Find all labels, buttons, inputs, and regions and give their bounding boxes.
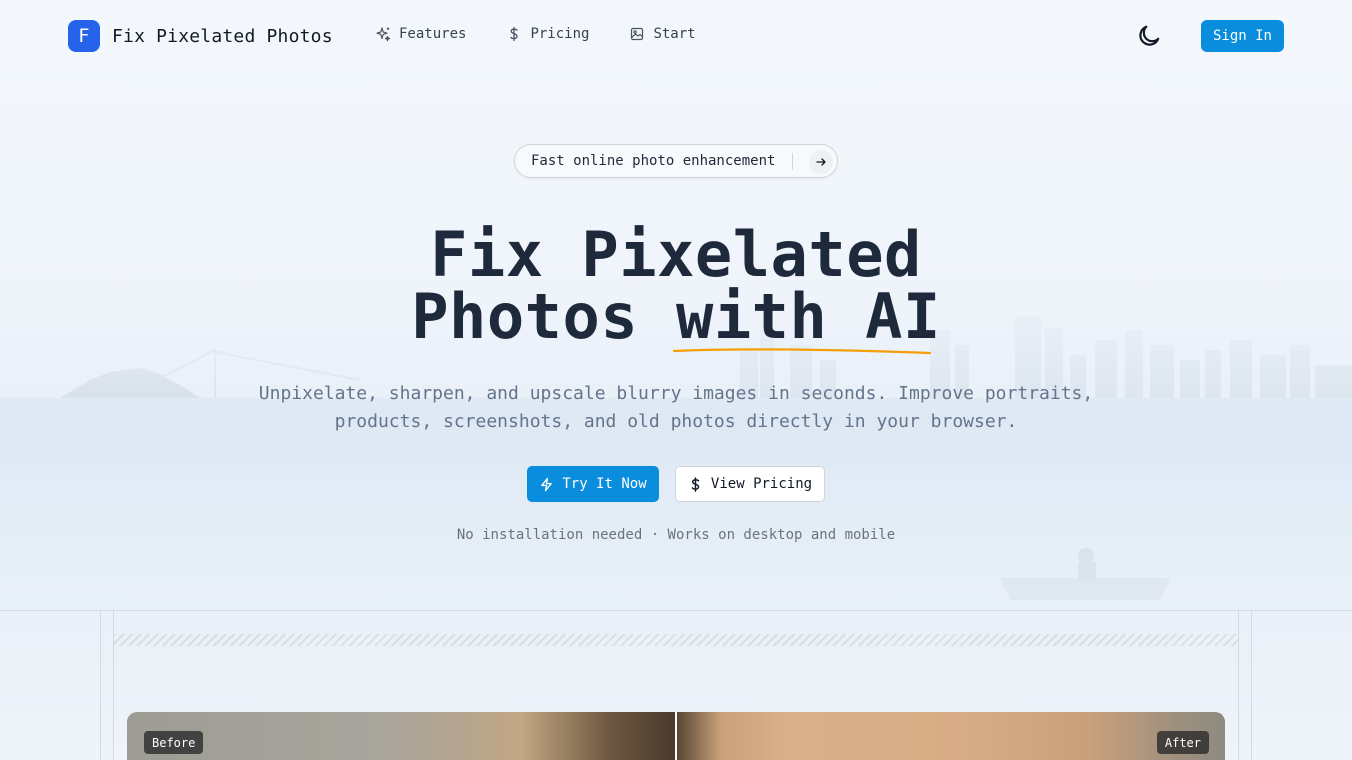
announcement-text: Fast online photo enhancement xyxy=(531,153,776,169)
dollar-icon xyxy=(510,26,519,42)
nav-link-features[interactable]: Features xyxy=(375,26,466,42)
try-it-now-button[interactable]: Try It Now xyxy=(527,466,659,502)
nav-link-label: Start xyxy=(653,26,696,42)
top-nav: F Fix Pixelated Photos Features Pricing xyxy=(0,0,1352,72)
title-highlight: with AI xyxy=(672,286,941,355)
before-image xyxy=(127,712,675,760)
nav-link-start[interactable]: Start xyxy=(629,26,696,42)
before-label: Before xyxy=(144,731,204,754)
announcement-pill[interactable]: Fast online photo enhancement xyxy=(514,144,838,178)
after-image xyxy=(677,712,1225,760)
sparkles-icon xyxy=(376,27,391,42)
pill-divider xyxy=(792,153,793,170)
arrow-right-icon xyxy=(809,150,833,174)
before-after-comparison[interactable]: Before After xyxy=(127,712,1225,760)
hero-subtitle: Unpixelate, sharpen, and upscale blurry … xyxy=(258,383,1094,432)
nav-links: Features Pricing Start xyxy=(375,26,696,42)
section-divider xyxy=(0,610,1352,611)
sign-in-button[interactable]: Sign In xyxy=(1201,20,1284,52)
frame-line-left-outer xyxy=(100,610,101,760)
frame-line-left-inner xyxy=(113,610,114,760)
nav-link-label: Features xyxy=(399,26,467,42)
brand-link[interactable]: F Fix Pixelated Photos xyxy=(68,20,333,52)
underline-decoration xyxy=(672,348,932,355)
hatch-pattern xyxy=(114,634,1238,646)
brand-name: Fix Pixelated Photos xyxy=(112,25,333,47)
frame-line-right-outer xyxy=(1251,610,1252,760)
title-line-2: Photos xyxy=(411,280,639,353)
view-pricing-label: View Pricing xyxy=(710,476,813,492)
comparison-slider-handle[interactable] xyxy=(675,712,677,760)
image-icon xyxy=(631,27,644,41)
try-it-now-label: Try It Now xyxy=(562,476,647,492)
zap-icon xyxy=(541,477,553,491)
cta-group: Try It Now View Pricing xyxy=(527,466,825,502)
page-title: Fix Pixelated Photos with AI xyxy=(276,224,1076,355)
view-pricing-button[interactable]: View Pricing xyxy=(675,466,825,502)
after-label: After xyxy=(1156,731,1209,754)
frame-line-right-inner xyxy=(1238,610,1239,760)
moon-icon[interactable] xyxy=(1136,23,1162,49)
dollar-icon xyxy=(691,476,700,492)
title-highlight-text: with AI xyxy=(676,280,941,353)
nav-link-pricing[interactable]: Pricing xyxy=(506,26,589,42)
brand-logo: F xyxy=(68,20,100,52)
hero-note: No installation needed · Works on deskto… xyxy=(456,527,896,543)
nav-link-label: Pricing xyxy=(530,26,590,42)
